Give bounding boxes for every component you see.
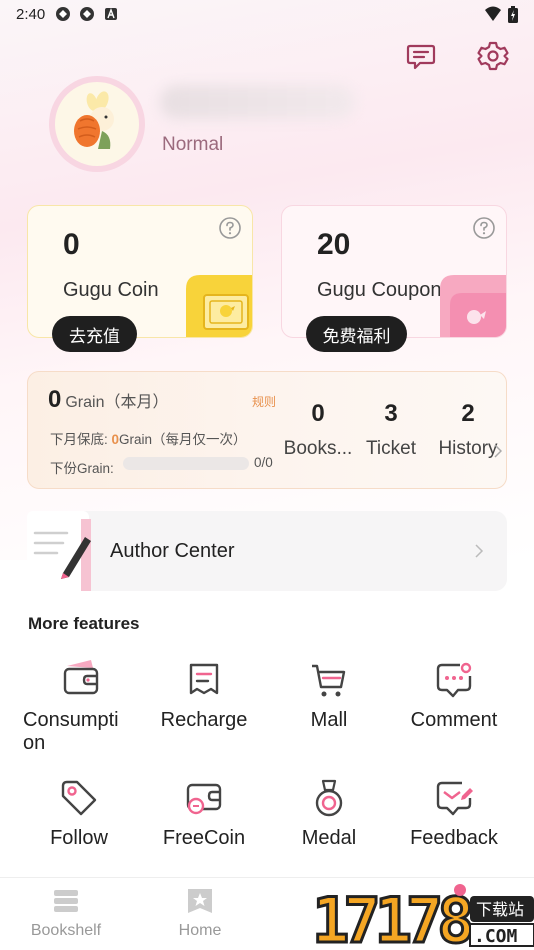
chevron-right-icon xyxy=(475,544,484,558)
tab-home-label: Home xyxy=(178,922,222,939)
coin-ticket-icon xyxy=(186,275,252,337)
gear-icon xyxy=(477,41,509,71)
feature-mall[interactable]: Mall xyxy=(274,660,384,732)
free-benefits-button[interactable]: 免费福利 xyxy=(306,316,407,352)
wifi-icon xyxy=(484,6,502,27)
feature-consumption-label: Consumpti on xyxy=(23,709,119,754)
stat-ticket[interactable]: 3 Ticket xyxy=(361,400,421,460)
feature-freecoin[interactable]: FreeCoin xyxy=(149,778,259,850)
grain-guarantee-value: 0 xyxy=(111,432,120,447)
grain-guarantee: 下月保底: 0Grain（每月仅一次） xyxy=(50,428,247,448)
site-watermark: 17178 下载站 .COM xyxy=(311,883,534,950)
tag-icon xyxy=(61,780,97,816)
author-book-icon xyxy=(27,511,91,591)
message-icon xyxy=(406,44,436,70)
recharge-button[interactable]: 去充值 xyxy=(52,316,137,352)
svg-text:17178: 17178 xyxy=(312,884,471,950)
more-features-title: More features xyxy=(28,614,140,633)
message-button[interactable] xyxy=(404,38,438,74)
grain-next-label: 下份Grain: xyxy=(50,461,114,476)
avatar-image xyxy=(55,82,139,166)
status-time: 2:40 xyxy=(16,5,46,23)
feature-comment[interactable]: Comment xyxy=(399,660,509,732)
gugu-coin-label: Gugu Coin xyxy=(63,279,159,301)
font-notification-icon xyxy=(103,6,119,22)
grain-card: 0 Grain（本月） 规则 下月保底: 0Grain（每月仅一次） 下份Gra… xyxy=(27,371,507,489)
author-center-label: Author Center xyxy=(110,540,235,562)
feature-feedback-label: Feedback xyxy=(410,827,498,849)
svg-text:.COM: .COM xyxy=(474,926,518,947)
avatar[interactable] xyxy=(49,76,145,172)
feature-medal[interactable]: Medal xyxy=(274,778,384,850)
help-icon[interactable] xyxy=(218,216,242,240)
gugu-coupon-value: 20 xyxy=(317,228,351,261)
feature-recharge-label: Recharge xyxy=(160,709,248,731)
user-level: Normal xyxy=(162,134,224,155)
grain-title: 0 Grain（本月） xyxy=(48,386,169,414)
coupon-ticket-icon xyxy=(440,275,506,337)
feature-medal-label: Medal xyxy=(301,827,357,849)
stat-ticket-value: 3 xyxy=(384,400,398,427)
gugu-coupon-label: Gugu Coupon xyxy=(317,279,442,301)
stat-books-value: 0 xyxy=(311,400,325,427)
feature-mall-label: Mall xyxy=(310,709,348,731)
stat-books[interactable]: 0 Books... xyxy=(278,400,358,460)
grain-guarantee-prefix: 下月保底: xyxy=(50,432,112,447)
tab-home[interactable]: Home xyxy=(150,886,250,940)
grain-title-text: Grain（本月） xyxy=(65,394,169,411)
free-coin-icon xyxy=(186,783,222,815)
grain-guarantee-suffix: Grain（每月仅一次） xyxy=(119,432,247,447)
grain-progress-bar xyxy=(123,457,249,470)
settings-button[interactable] xyxy=(476,38,510,74)
svg-text:下载站: 下载站 xyxy=(476,900,524,919)
app-notification-icon xyxy=(79,6,95,22)
tab-bookshelf[interactable]: Bookshelf xyxy=(16,886,116,940)
help-icon[interactable] xyxy=(472,216,496,240)
grain-rule-link[interactable]: 规则 xyxy=(252,393,276,410)
receipt-icon xyxy=(189,663,219,695)
stat-history-value: 2 xyxy=(461,400,475,427)
grain-value: 0 xyxy=(48,386,62,413)
feature-freecoin-label: FreeCoin xyxy=(162,827,246,849)
gugu-coin-value: 0 xyxy=(63,228,80,261)
comment-icon xyxy=(436,662,472,698)
medal-icon xyxy=(315,779,343,817)
cart-icon xyxy=(312,664,346,697)
feedback-icon xyxy=(436,781,473,816)
feature-consumption[interactable]: Consumpti on xyxy=(23,660,133,755)
chevron-right-icon xyxy=(494,444,502,458)
author-center-button[interactable]: Author Center xyxy=(27,511,507,591)
battery-icon xyxy=(508,6,518,27)
app-notification-icon xyxy=(55,6,71,22)
feature-follow[interactable]: Follow xyxy=(24,778,134,850)
grain-progress-text: 0/0 xyxy=(254,455,273,470)
tab-bookshelf-label: Bookshelf xyxy=(30,922,102,939)
feature-recharge[interactable]: Recharge xyxy=(149,660,259,732)
feature-comment-label: Comment xyxy=(410,709,498,731)
feature-follow-label: Follow xyxy=(50,827,108,849)
status-bar: 2:40 xyxy=(0,0,534,28)
stat-ticket-label: Ticket xyxy=(366,438,416,459)
stat-books-label: Books... xyxy=(283,438,353,459)
feature-feedback[interactable]: Feedback xyxy=(399,778,509,850)
bookshelf-icon xyxy=(54,890,78,912)
username-blurred xyxy=(160,85,355,119)
wallet-icon xyxy=(63,660,99,695)
home-star-icon xyxy=(188,889,212,913)
